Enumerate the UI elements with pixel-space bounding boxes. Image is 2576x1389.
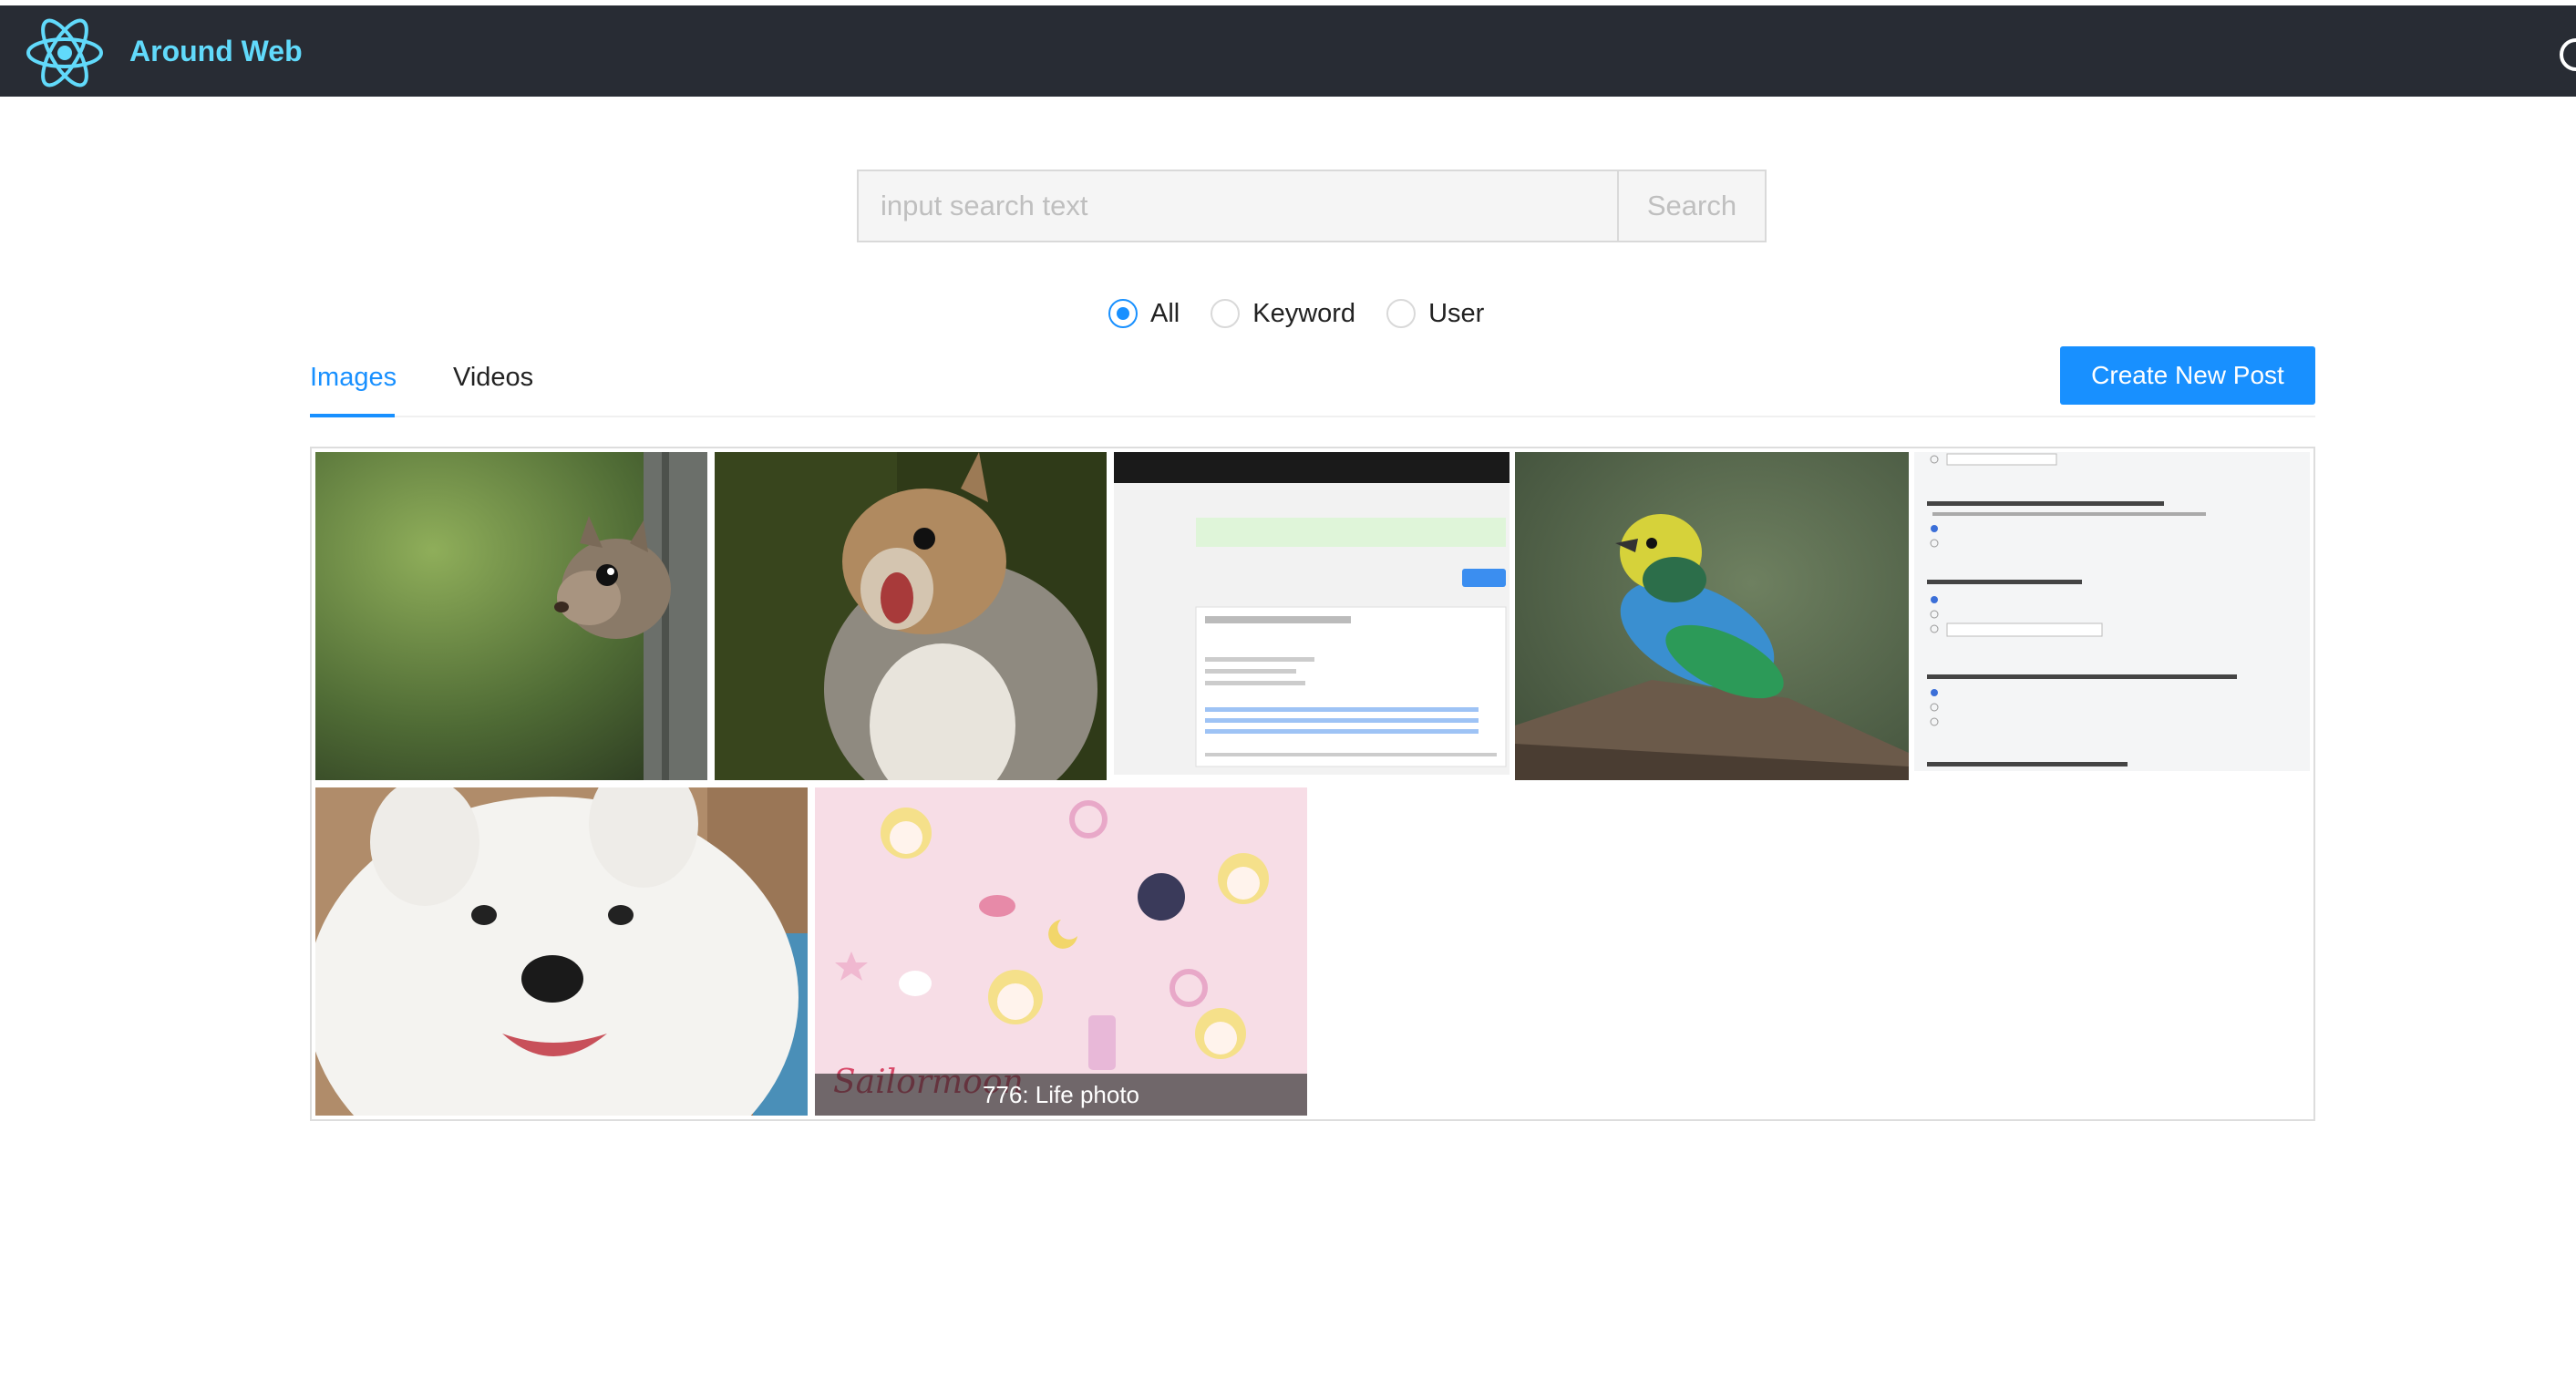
app-header: Around Web bbox=[0, 5, 2576, 97]
radio-user-label: User bbox=[1428, 298, 1485, 328]
search-bar: Search bbox=[857, 170, 1767, 242]
gallery-image-sailor-moon[interactable]: Sailormoon 776: Life photo bbox=[815, 787, 1307, 1116]
tab-images[interactable]: Images bbox=[310, 359, 397, 396]
radio-all[interactable]: All bbox=[1108, 299, 1180, 329]
gallery-image-form-screenshot[interactable] bbox=[1914, 452, 2310, 771]
gallery-image-squirrel-peeking[interactable] bbox=[315, 452, 707, 780]
image-gallery: Sailormoon 776: Life photo bbox=[310, 447, 2315, 1121]
radio-user-circle[interactable] bbox=[1386, 299, 1417, 328]
radio-all-circle[interactable] bbox=[1108, 299, 1138, 328]
media-tabs: Images Videos bbox=[310, 346, 2315, 417]
radio-keyword-label: Keyword bbox=[1252, 298, 1356, 328]
search-type-radio-group: All Keyword User bbox=[1108, 295, 1515, 332]
gallery-image-license-screenshot[interactable] bbox=[1114, 452, 1510, 775]
create-new-post-button[interactable]: Create New Post bbox=[2060, 346, 2315, 405]
app-title: Around Web bbox=[129, 35, 303, 67]
gallery-image-squirrel-yawning[interactable] bbox=[715, 452, 1107, 780]
logout-icon[interactable] bbox=[2560, 38, 2576, 71]
radio-user[interactable]: User bbox=[1386, 299, 1484, 329]
radio-all-label: All bbox=[1150, 298, 1180, 328]
radio-keyword[interactable]: Keyword bbox=[1211, 299, 1355, 329]
radio-keyword-circle[interactable] bbox=[1211, 299, 1241, 328]
gallery-image-samoyed-dog[interactable] bbox=[315, 787, 808, 1116]
search-button[interactable]: Search bbox=[1617, 170, 1767, 242]
react-atom-icon bbox=[26, 18, 103, 87]
gallery-image-bird[interactable] bbox=[1515, 452, 1909, 780]
search-input[interactable] bbox=[857, 170, 1617, 242]
active-tab-indicator bbox=[310, 414, 395, 417]
tab-videos[interactable]: Videos bbox=[453, 359, 533, 396]
image-caption: 776: Life photo bbox=[815, 1074, 1307, 1116]
